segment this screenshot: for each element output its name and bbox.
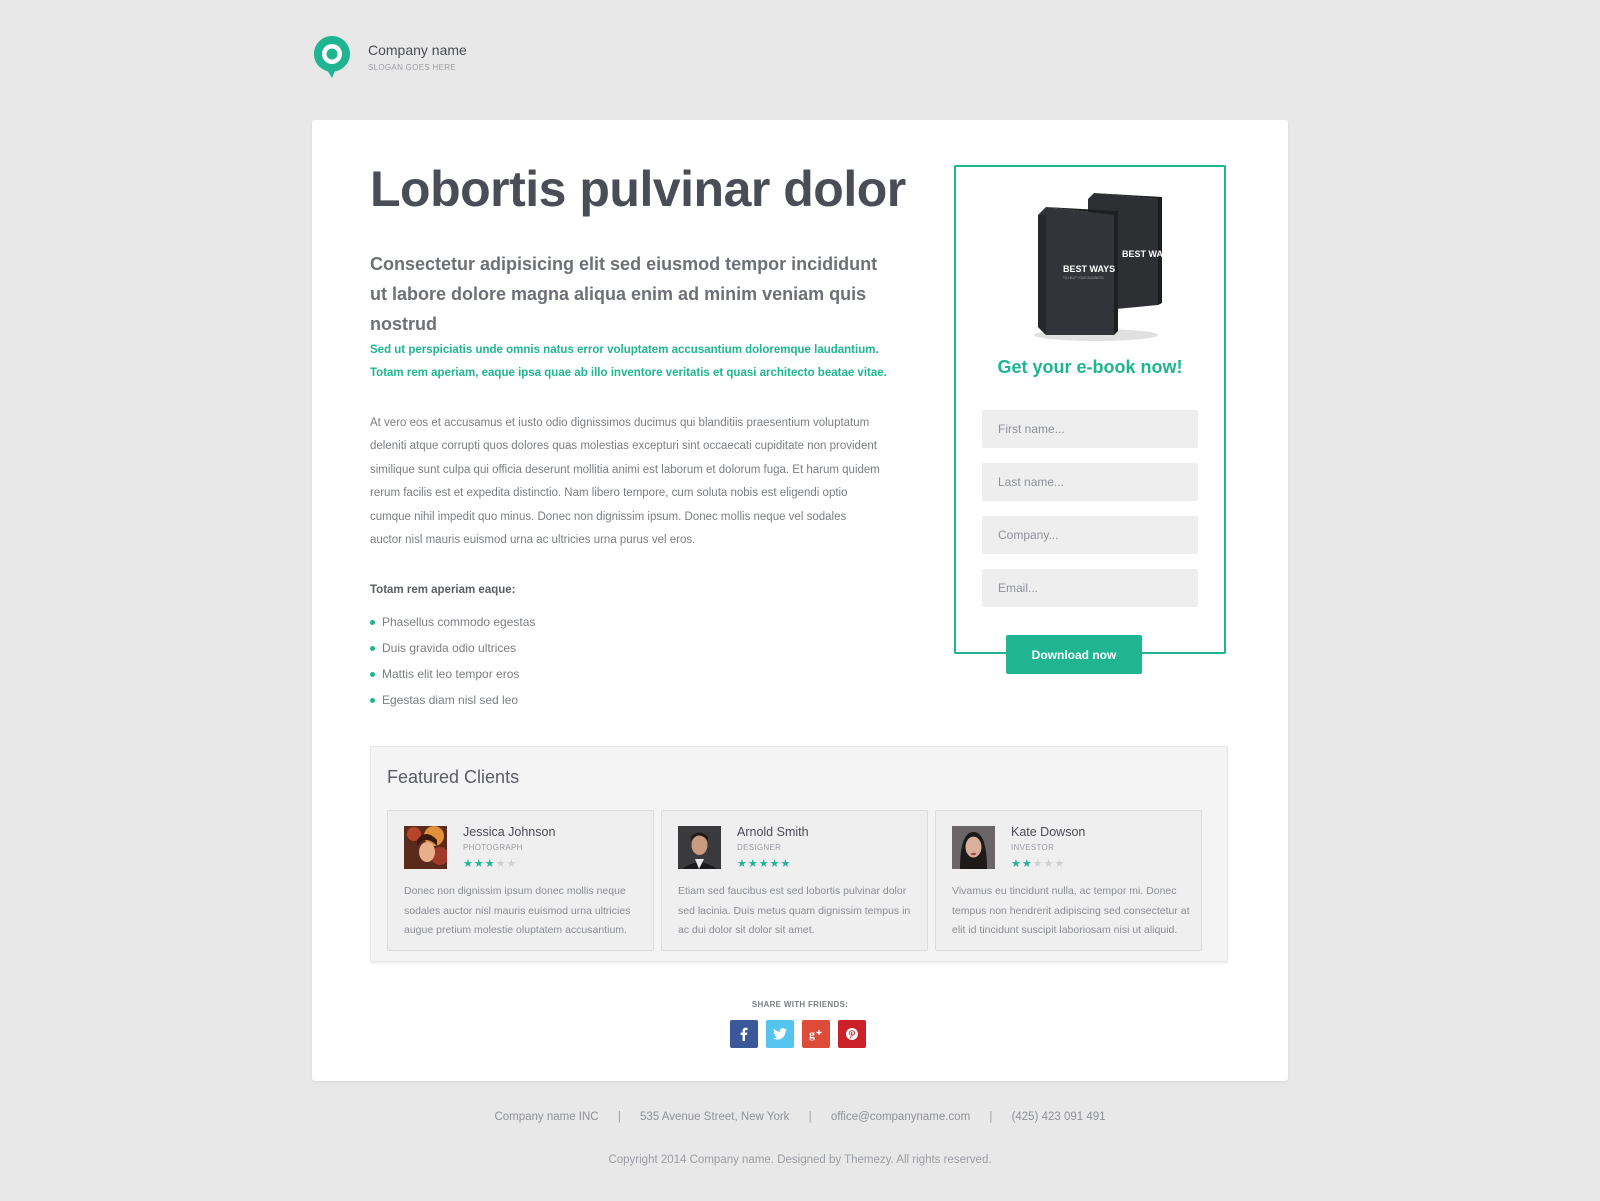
- list-item: Duis gravida odio ultrices: [370, 635, 535, 661]
- page-subtitle: Consectetur adipisicing elit sed eiusmod…: [370, 254, 878, 334]
- copyright: Copyright 2014 Company name. Designed by…: [608, 1154, 992, 1166]
- ebook-signup-box: BEST WAYS BEST WAYS TO HELP YOUR BUSINES…: [954, 165, 1226, 654]
- facebook-icon: [740, 1027, 748, 1041]
- footer-separator: |: [617, 1111, 621, 1123]
- star-filled-icon: ★: [780, 858, 791, 870]
- brand: Company name SLOGAN GOES HERE: [368, 42, 467, 72]
- bullet-icon: [370, 619, 375, 625]
- client-card: Arnold Smith DESIGNER ★ ★ ★ ★ ★ Etiam sed fa…: [661, 810, 928, 951]
- landing-card: Lobortis pulvinar dolor Consectetur adip…: [312, 120, 1288, 1081]
- first-name-field[interactable]: [982, 410, 1198, 448]
- star-filled-icon: ★: [1021, 858, 1032, 870]
- share-buttons: g: [730, 1020, 866, 1048]
- client-role: INVESTOR: [1011, 843, 1055, 852]
- google-plus-share-button[interactable]: g: [802, 1020, 830, 1048]
- book-front-title: BEST WAYS: [1063, 264, 1115, 274]
- star-filled-icon: ★: [484, 858, 495, 870]
- featured-clients: Featured Clients Jessica Johnson PHOTOGR…: [370, 746, 1228, 962]
- client-quote: Etiam sed faucibus est sed lobortis pulv…: [678, 885, 911, 936]
- star-empty-icon: ★: [1032, 858, 1043, 870]
- client-card: Jessica Johnson PHOTOGRAPH ★ ★ ★ ★ ★ Donec n…: [387, 810, 654, 951]
- book-back-title: BEST WAYS: [1122, 249, 1168, 259]
- client-name: Kate Dowson: [1011, 825, 1086, 839]
- body-paragraph: At vero eos et accusamus et iusto odio d…: [370, 417, 880, 547]
- email-field[interactable]: [982, 569, 1198, 607]
- bullet-icon: [370, 697, 375, 703]
- svg-text:g: g: [809, 1027, 815, 1041]
- share-label: SHARE WITH FRIENDS:: [751, 1000, 849, 1009]
- list-item: Mattis elit leo tempor eros: [370, 661, 535, 687]
- site-header: Company name SLOGAN GOES HERE: [312, 32, 467, 82]
- clients-title: Featured Clients: [387, 767, 520, 787]
- bullet-icon: [370, 671, 375, 677]
- twitter-share-button[interactable]: [766, 1020, 794, 1048]
- star-filled-icon: ★: [1011, 858, 1021, 870]
- client-name: Arnold Smith: [737, 825, 809, 839]
- page-title: Lobortis pulvinar dolor: [370, 161, 906, 217]
- footer-contacts: Company name INC | 535 Avenue Street, Ne…: [0, 1111, 1600, 1123]
- list-item-label: Mattis elit leo tempor eros: [382, 667, 520, 681]
- google-plus-icon: g: [809, 1027, 822, 1041]
- client-name: Jessica Johnson: [463, 825, 556, 839]
- form-title: Get your e-book now!: [997, 357, 1183, 377]
- footer-address: 535 Avenue Street, New York: [640, 1111, 790, 1123]
- location-pin-icon[interactable]: [312, 34, 352, 80]
- twitter-icon: [773, 1028, 787, 1040]
- star-filled-icon: ★: [737, 858, 747, 870]
- pinterest-share-button[interactable]: [838, 1020, 866, 1048]
- star-empty-icon: ★: [506, 858, 517, 870]
- list-item-label: Phasellus commodo egestas: [382, 615, 536, 629]
- client-card: Kate Dowson INVESTOR ★ ★ ★ ★ ★ Vivamus eu ti…: [935, 810, 1202, 951]
- star-filled-icon: ★: [747, 858, 758, 870]
- star-filled-icon: ★: [473, 858, 484, 870]
- avatar: [404, 826, 447, 869]
- avatar: [678, 826, 721, 869]
- brand-name[interactable]: Company name: [368, 42, 467, 58]
- footer-email[interactable]: office@companyname.com: [831, 1111, 970, 1123]
- star-filled-icon: ★: [758, 858, 769, 870]
- facebook-share-button[interactable]: [730, 1020, 758, 1048]
- footer-separator: |: [989, 1111, 993, 1123]
- star-empty-icon: ★: [1043, 858, 1054, 870]
- client-role: DESIGNER: [737, 843, 782, 852]
- feature-list: Phasellus commodo egestas Duis gravida o…: [370, 609, 535, 713]
- avatar: [952, 826, 995, 869]
- rating-stars: ★ ★ ★ ★ ★: [737, 858, 790, 870]
- footer-phone: (425) 423 091 491: [1011, 1111, 1106, 1123]
- list-item: Egestas diam nisl sed leo: [370, 687, 535, 713]
- brand-slogan: SLOGAN GOES HERE: [368, 63, 456, 72]
- footer-separator: |: [808, 1111, 812, 1123]
- rating-stars: ★ ★ ★ ★ ★: [463, 858, 516, 870]
- client-quote: Vivamus eu tincidunt nulla, ac tempor mi…: [952, 885, 1190, 936]
- star-filled-icon: ★: [463, 858, 473, 870]
- last-name-field[interactable]: [982, 463, 1198, 501]
- client-quote: Donec non dignissim ipsum donec mollis n…: [404, 885, 631, 936]
- book-front-subtitle: TO HELP YOUR BUSINESS: [1063, 276, 1104, 280]
- list-item: Phasellus commodo egestas: [370, 609, 535, 635]
- list-item-label: Egestas diam nisl sed leo: [382, 693, 519, 707]
- download-button[interactable]: Download now: [1006, 635, 1142, 674]
- star-empty-icon: ★: [495, 858, 506, 870]
- star-filled-icon: ★: [769, 858, 780, 870]
- client-role: PHOTOGRAPH: [463, 843, 523, 852]
- accent-paragraph: Sed ut perspiciatis unde omnis natus err…: [370, 344, 887, 379]
- ebook-cover-image: BEST WAYS BEST WAYS TO HELP YOUR BUSINES…: [1034, 193, 1168, 341]
- list-heading: Totam rem aperiam eaque:: [370, 584, 516, 596]
- rating-stars: ★ ★ ★ ★ ★: [1011, 858, 1064, 870]
- company-field[interactable]: [982, 516, 1198, 554]
- star-empty-icon: ★: [1054, 858, 1065, 870]
- bullet-icon: [370, 645, 375, 651]
- pinterest-icon: [846, 1028, 858, 1040]
- list-item-label: Duis gravida odio ultrices: [382, 641, 517, 655]
- footer-company: Company name INC: [494, 1111, 599, 1123]
